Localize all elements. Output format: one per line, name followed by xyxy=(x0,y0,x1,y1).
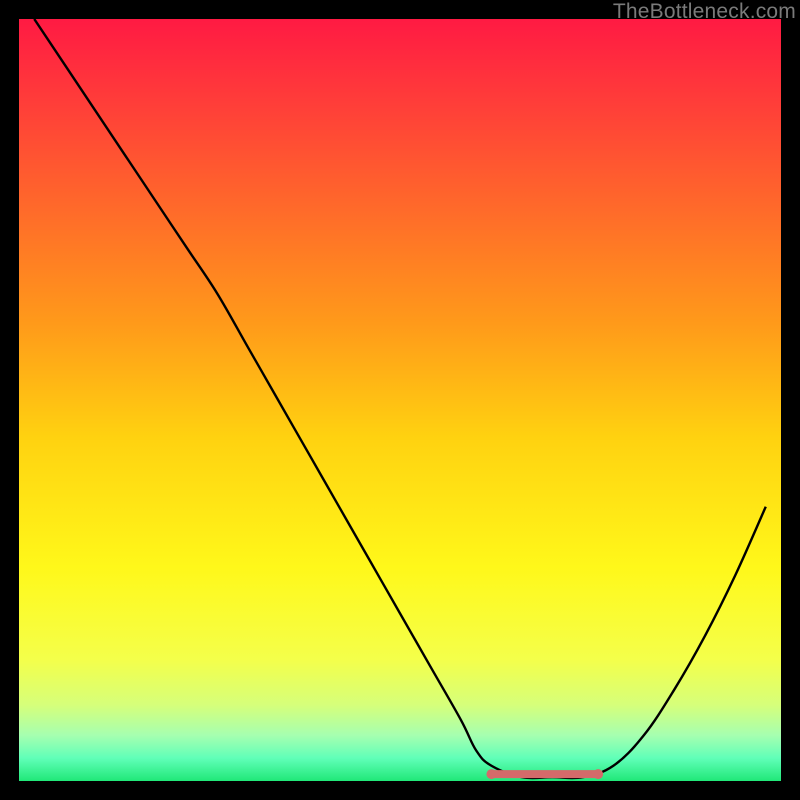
gradient-background xyxy=(19,19,781,781)
plateau-endpoint-left xyxy=(486,769,496,779)
watermark-text: TheBottleneck.com xyxy=(613,0,796,24)
chart-frame xyxy=(19,19,781,781)
plateau-endpoint-right xyxy=(593,769,603,779)
bottleneck-chart xyxy=(19,19,781,781)
